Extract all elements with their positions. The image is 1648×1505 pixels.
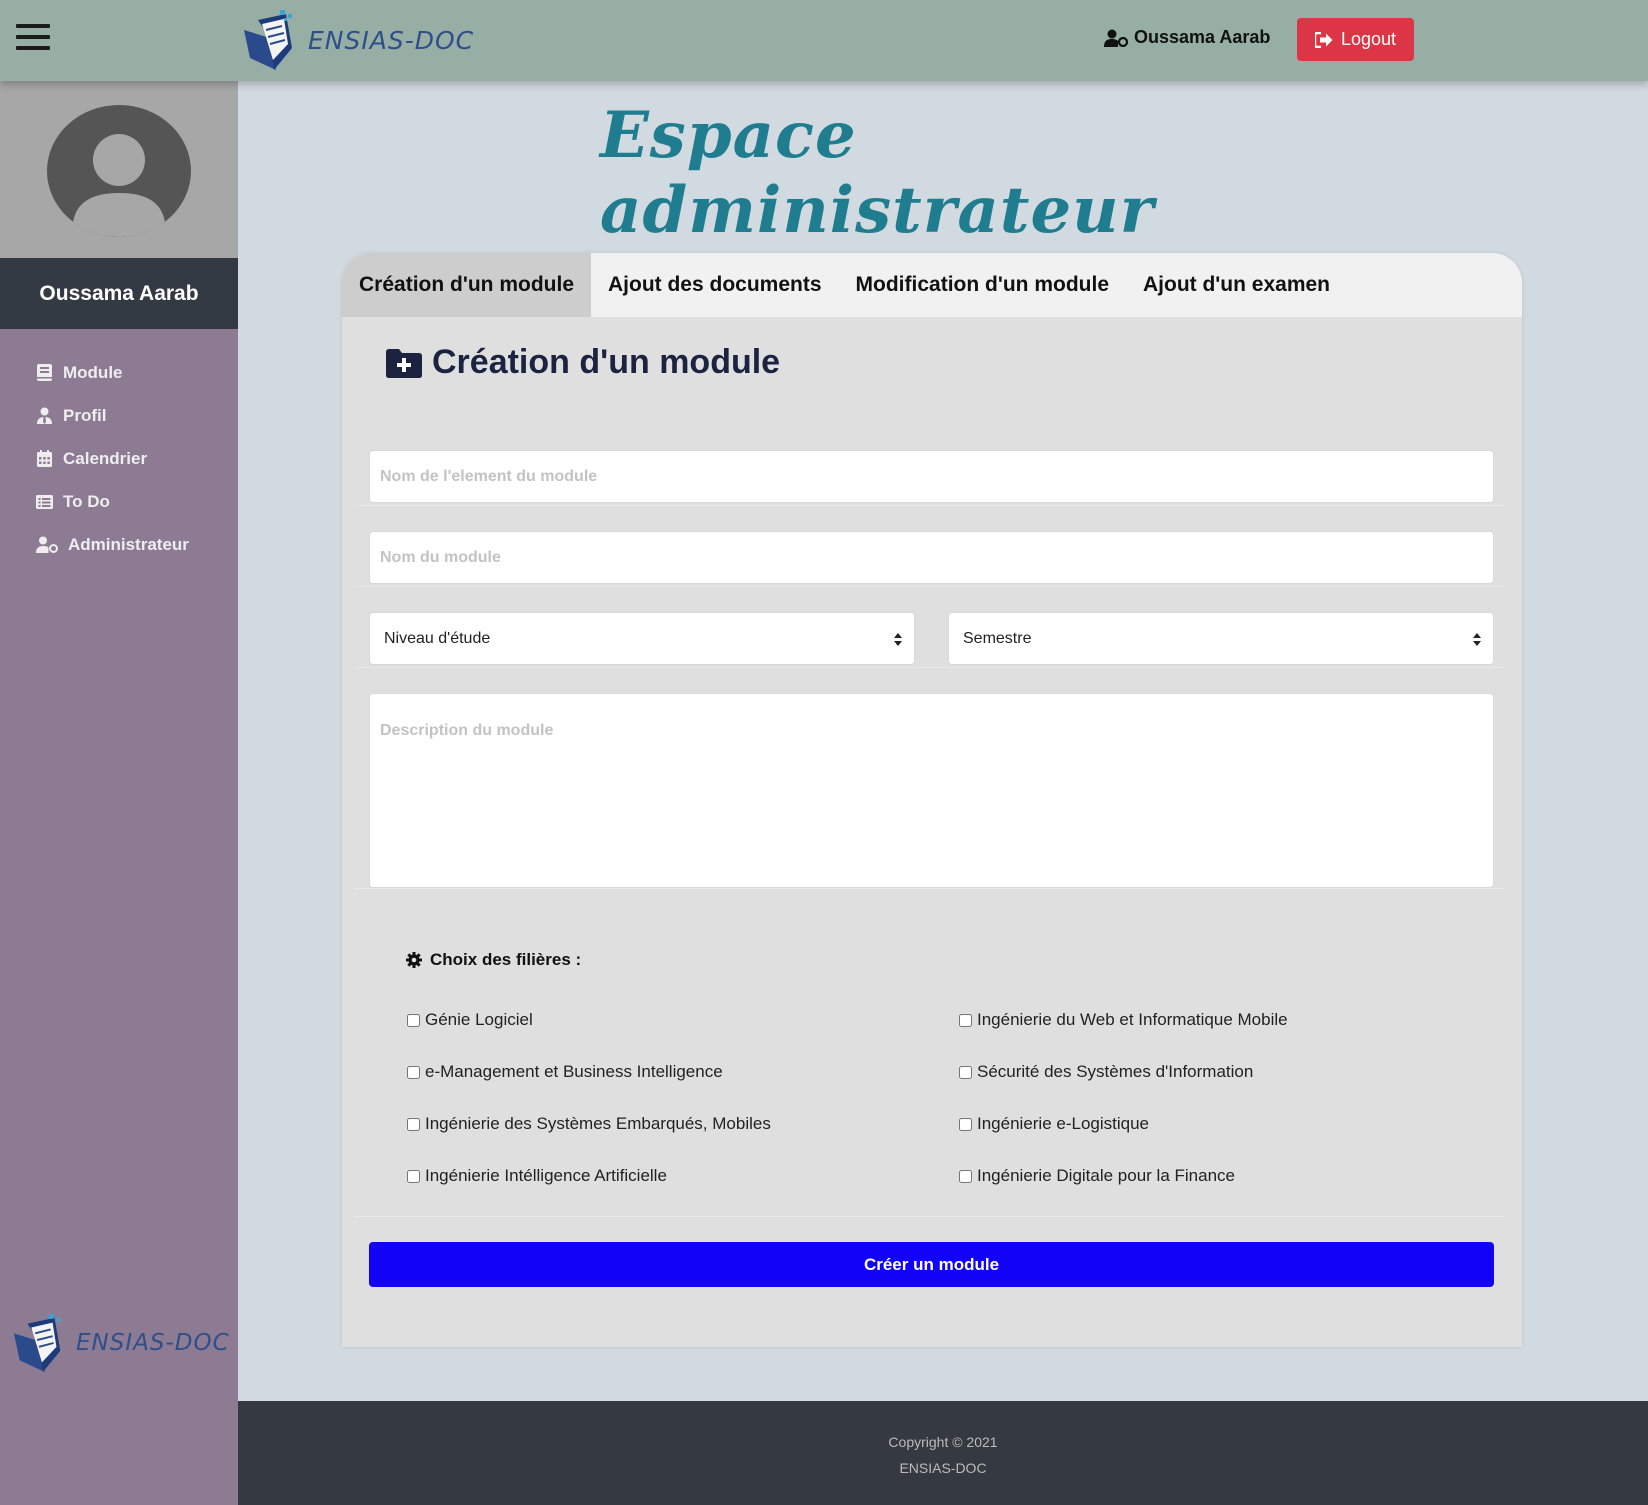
book-icon bbox=[36, 364, 53, 381]
filiere-label: Ingénierie Intélligence Artificielle bbox=[425, 1166, 667, 1185]
hamburger-menu-icon[interactable] bbox=[16, 24, 50, 52]
brand-name: ENSIAS-DOC bbox=[308, 25, 475, 55]
user-name: Oussama Aarab bbox=[1134, 27, 1271, 47]
niveau-select-value: Niveau d'étude bbox=[384, 629, 491, 647]
user-menu[interactable]: Oussama Aarab bbox=[1104, 27, 1270, 48]
filiere-checkbox[interactable]: Ingénierie des Systèmes Embarqués, Mobil… bbox=[407, 1114, 771, 1134]
sign-out-icon bbox=[1314, 31, 1333, 48]
footer-brand: ENSIAS-DOC bbox=[899, 1460, 987, 1476]
checkbox[interactable] bbox=[407, 1117, 420, 1131]
form-heading: Création d'un module bbox=[386, 343, 780, 382]
logout-label: Logout bbox=[1340, 29, 1397, 49]
filiere-checkbox[interactable]: Génie Logiciel bbox=[407, 1010, 533, 1030]
filieres-title-text: Choix des filières : bbox=[430, 950, 582, 969]
book-logo-icon bbox=[13, 1313, 61, 1373]
footer-copyright: Copyright © 2021 bbox=[888, 1434, 998, 1450]
calendar-icon bbox=[36, 450, 53, 467]
sidebar-item-label: Administrateur bbox=[68, 534, 189, 554]
filiere-checkbox[interactable]: Ingénierie e-Logistique bbox=[959, 1114, 1149, 1134]
avatar-container bbox=[0, 81, 238, 258]
create-module-button[interactable]: Créer un module bbox=[369, 1242, 1494, 1287]
tab-ajout-examen[interactable]: Ajout d'un examen bbox=[1126, 253, 1347, 317]
page-title: Espace administrateur bbox=[600, 98, 1260, 248]
checkbox[interactable] bbox=[407, 1013, 420, 1027]
user-cog-icon bbox=[1104, 29, 1128, 47]
filiere-label: Sécurité des Systèmes d'Information bbox=[977, 1062, 1254, 1081]
tab-creation-module[interactable]: Création d'un module bbox=[342, 253, 591, 317]
user-tie-icon bbox=[36, 407, 53, 424]
folder-plus-icon bbox=[386, 348, 422, 378]
sidebar: Oussama Aarab Module Profil Calendrier T… bbox=[0, 81, 238, 1505]
filiere-checkbox[interactable]: e-Management et Business Intelligence bbox=[407, 1062, 723, 1082]
avatar[interactable] bbox=[47, 105, 191, 237]
sidebar-item-label: Calendrier bbox=[63, 448, 148, 468]
form-card: Création d'un module Ajout des documents… bbox=[342, 253, 1522, 1347]
divider bbox=[354, 667, 1504, 668]
sort-arrows-icon bbox=[894, 633, 902, 646]
gear-icon bbox=[406, 952, 422, 968]
sidebar-menu: Module Profil Calendrier To Do Administr… bbox=[36, 351, 189, 566]
module-name-input[interactable] bbox=[369, 531, 1494, 584]
sidebar-item-module[interactable]: Module bbox=[36, 351, 189, 394]
divider bbox=[354, 505, 1504, 506]
checkbox[interactable] bbox=[959, 1117, 972, 1131]
description-textarea[interactable] bbox=[369, 693, 1494, 888]
logout-button[interactable]: Logout bbox=[1297, 18, 1414, 61]
divider bbox=[354, 586, 1504, 587]
semestre-select[interactable]: Semestre bbox=[948, 612, 1494, 665]
sidebar-item-todo[interactable]: To Do bbox=[36, 480, 189, 523]
filiere-label: Ingénierie e-Logistique bbox=[977, 1114, 1150, 1133]
divider bbox=[354, 1216, 1504, 1217]
sidebar-item-label: Module bbox=[63, 362, 123, 382]
filieres-title: Choix des filières : bbox=[406, 950, 581, 970]
form-heading-text: Création d'un module bbox=[432, 343, 781, 381]
filiere-label: e-Management et Business Intelligence bbox=[425, 1062, 723, 1081]
checkbox[interactable] bbox=[959, 1013, 972, 1027]
sidebar-item-label: Profil bbox=[63, 405, 107, 425]
user-cog-icon bbox=[36, 536, 58, 553]
niveau-select[interactable]: Niveau d'étude bbox=[369, 612, 915, 665]
page-title-text: Espace administrateur bbox=[600, 98, 1155, 248]
tab-ajout-documents[interactable]: Ajout des documents bbox=[591, 253, 839, 317]
sidebar-item-administrateur[interactable]: Administrateur bbox=[36, 523, 189, 566]
filiere-checkbox[interactable]: Ingénierie Digitale pour la Finance bbox=[959, 1166, 1235, 1186]
book-logo-icon bbox=[244, 10, 292, 70]
filiere-label: Ingénierie Digitale pour la Finance bbox=[977, 1166, 1235, 1185]
filiere-label: Ingénierie des Systèmes Embarqués, Mobil… bbox=[425, 1114, 771, 1133]
sort-arrows-icon bbox=[1473, 633, 1481, 646]
filiere-checkbox[interactable]: Sécurité des Systèmes d'Information bbox=[959, 1062, 1253, 1082]
brand-name: ENSIAS-DOC bbox=[76, 1330, 230, 1356]
checkbox[interactable] bbox=[407, 1065, 420, 1079]
list-icon bbox=[36, 493, 53, 510]
checkbox[interactable] bbox=[407, 1169, 420, 1183]
semestre-select-value: Semestre bbox=[963, 629, 1032, 647]
filiere-label: Génie Logiciel bbox=[425, 1010, 533, 1029]
tab-bar: Création d'un module Ajout des documents… bbox=[342, 253, 1522, 317]
top-navbar: ENSIAS-DOC Oussama Aarab Logout bbox=[0, 0, 1648, 81]
sidebar-item-label: To Do bbox=[63, 491, 110, 511]
element-name-input[interactable] bbox=[369, 450, 1494, 503]
filiere-checkbox[interactable]: Ingénierie Intélligence Artificielle bbox=[407, 1166, 667, 1186]
checkbox[interactable] bbox=[959, 1169, 972, 1183]
user-avatar-icon bbox=[73, 134, 165, 237]
sidebar-item-calendrier[interactable]: Calendrier bbox=[36, 437, 189, 480]
sidebar-user-name: Oussama Aarab bbox=[0, 258, 238, 329]
tab-modification-module[interactable]: Modification d'un module bbox=[839, 253, 1126, 317]
filiere-label: Ingénierie du Web et Informatique Mobile bbox=[977, 1010, 1288, 1029]
sidebar-brand-logo: ENSIAS-DOC bbox=[10, 1311, 230, 1375]
checkbox[interactable] bbox=[959, 1065, 972, 1079]
filiere-checkbox[interactable]: Ingénierie du Web et Informatique Mobile bbox=[959, 1010, 1288, 1030]
sidebar-item-profil[interactable]: Profil bbox=[36, 394, 189, 437]
divider bbox=[354, 888, 1504, 889]
brand-logo[interactable]: ENSIAS-DOC bbox=[240, 8, 474, 72]
footer: Copyright © 2021 ENSIAS-DOC bbox=[238, 1401, 1648, 1505]
